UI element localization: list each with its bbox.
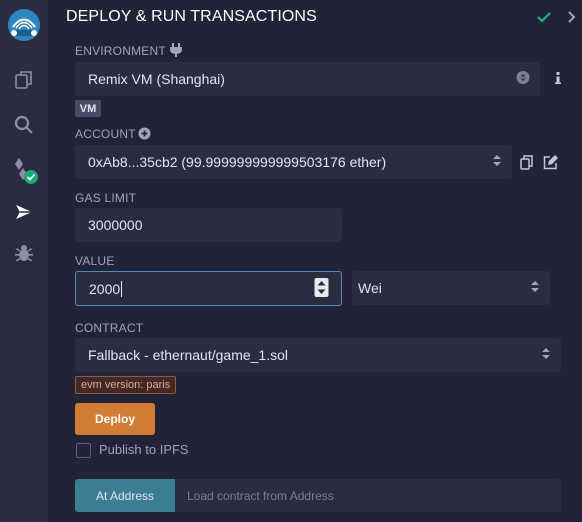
deploy-run-panel: DEPLOY & RUN TRANSACTIONS ENVIRONMENT Re… [48, 0, 582, 522]
add-account-icon[interactable] [138, 127, 151, 145]
gas-limit-input[interactable]: 3000000 [75, 208, 342, 242]
value-unit: Wei [358, 280, 382, 296]
account-select[interactable]: 0xAb8...35cb2 (99.999999999999503176 eth… [75, 145, 512, 179]
value-unit-select[interactable]: Wei [352, 271, 550, 305]
copy-icon[interactable] [520, 155, 533, 175]
contract-select[interactable]: Fallback - ethernaut/game_1.sol [75, 338, 561, 372]
solidity-compiler-icon[interactable] [0, 154, 48, 186]
gas-limit-label: GAS LIMIT [75, 191, 137, 205]
vm-badge: VM [75, 100, 101, 117]
plug-icon [169, 42, 183, 63]
value-label: VALUE [75, 254, 115, 268]
evm-version-badge: evm version: paris [75, 376, 177, 394]
search-icon[interactable] [0, 109, 48, 141]
file-explorer-icon[interactable] [0, 64, 48, 96]
check-icon [536, 8, 552, 31]
select-updown-icon [530, 280, 540, 297]
environment-value: Remix VM (Shanghai) [88, 71, 225, 87]
contract-value: Fallback - ethernaut/game_1.sol [88, 347, 288, 363]
edit-icon[interactable] [543, 154, 559, 175]
gas-limit-value: 3000000 [88, 217, 143, 233]
load-address-input[interactable]: Load contract from Address [175, 479, 561, 512]
select-updown-icon [541, 347, 551, 364]
environment-select[interactable]: Remix VM (Shanghai) [75, 62, 540, 96]
number-stepper-icon[interactable] [314, 277, 329, 300]
publish-ipfs-label: Publish to IPFS [99, 442, 189, 457]
account-label: ACCOUNT [75, 127, 136, 141]
chevron-right-icon[interactable] [566, 8, 578, 31]
panel-title: DEPLOY & RUN TRANSACTIONS [66, 8, 317, 25]
deploy-button[interactable]: Deploy [75, 403, 155, 435]
text-cursor [121, 280, 123, 297]
publish-ipfs-checkbox[interactable] [76, 443, 91, 458]
info-icon[interactable] [553, 70, 563, 91]
select-updown-icon [492, 154, 502, 171]
environment-label: ENVIRONMENT [75, 44, 166, 58]
debugger-icon[interactable] [0, 238, 48, 270]
contract-label: CONTRACT [75, 321, 144, 335]
value-amount: 2000 [89, 280, 121, 297]
value-input[interactable]: 2000 [75, 271, 342, 306]
deploy-run-icon[interactable] [0, 196, 48, 228]
account-value: 0xAb8...35cb2 (99.999999999999503176 eth… [88, 154, 387, 170]
icon-sidebar [0, 0, 48, 522]
remix-logo-icon[interactable] [0, 6, 48, 46]
at-address-button[interactable]: At Address [75, 479, 175, 512]
select-updown-icon [516, 71, 530, 88]
